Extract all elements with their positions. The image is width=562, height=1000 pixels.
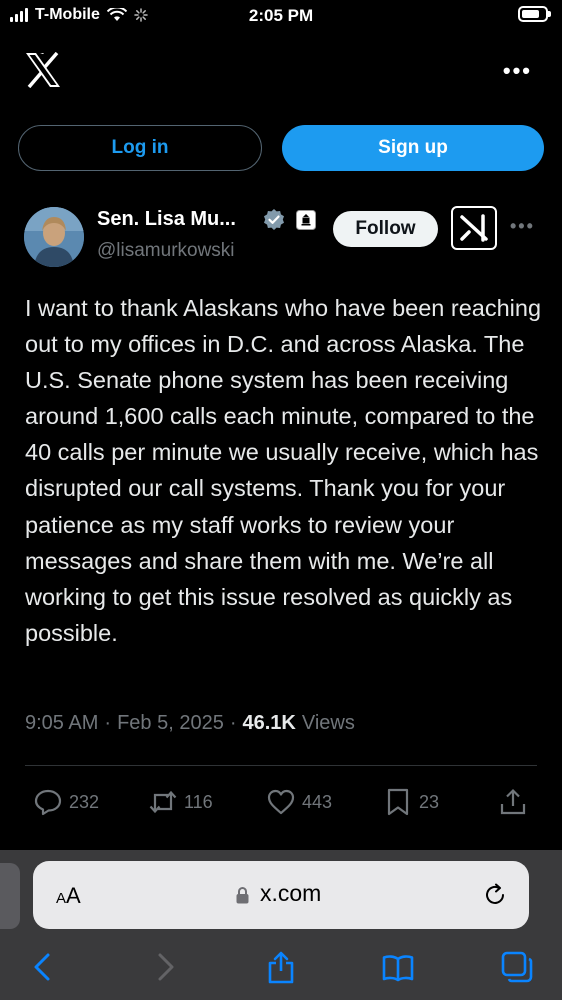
bookmark-count: 23 [419,791,440,812]
tweet-more-icon[interactable]: ••• [510,216,535,237]
reply-button[interactable]: 232 [33,786,99,818]
share-icon [500,788,526,815]
repost-count: 116 [184,791,213,812]
reply-icon [34,789,62,816]
views-label: Views [301,712,355,734]
government-badge-icon [296,210,316,230]
login-button[interactable]: Log in [18,125,262,171]
meta-separator: · [229,712,237,734]
reply-count: 232 [69,791,100,812]
x-logo[interactable] [24,52,62,88]
battery-icon [518,6,551,22]
author-handle[interactable]: @lisamurkowski [97,240,235,262]
avatar[interactable] [24,207,84,267]
previous-tab-preview[interactable] [0,863,20,929]
status-bar: T-Mobile 2:05 PM [0,0,562,34]
like-icon [267,789,295,815]
more-icon[interactable]: ••• [503,58,532,84]
back-icon[interactable] [26,950,60,984]
reader-settings-button[interactable]: AA [56,883,81,909]
forward-icon[interactable] [148,950,182,984]
share-sheet-icon[interactable] [264,950,298,984]
reload-icon[interactable] [482,882,508,908]
tweet-meta: 9:05 AM · Feb 5, 2025 · 46.1K Views [25,712,355,735]
grok-icon[interactable] [451,206,497,250]
signup-button[interactable]: Sign up [282,125,544,171]
url-text[interactable]: x.com [260,880,321,907]
tweet-text: I want to thank Alaskans who have been r… [25,295,542,646]
meta-separator: · [104,712,112,734]
tweet-time[interactable]: 9:05 AM [25,712,98,735]
tweet-date[interactable]: Feb 5, 2025 [117,712,224,735]
divider [25,765,537,766]
repost-icon [149,790,177,814]
like-count: 443 [302,791,333,812]
share-button[interactable] [498,786,528,818]
follow-button[interactable]: Follow [333,211,438,247]
tabs-icon[interactable] [500,950,534,984]
bookmark-button[interactable]: 23 [383,786,439,818]
author-name[interactable]: Sen. Lisa Mu... [97,208,236,231]
verified-icon [264,209,284,230]
repost-button[interactable]: 116 [148,786,213,818]
bookmarks-book-icon[interactable] [381,950,415,984]
lock-icon [236,887,249,904]
like-button[interactable]: 443 [266,786,332,818]
views-count: 46.1K [242,712,296,734]
bookmark-icon [387,788,409,816]
clock: 2:05 PM [248,6,314,25]
